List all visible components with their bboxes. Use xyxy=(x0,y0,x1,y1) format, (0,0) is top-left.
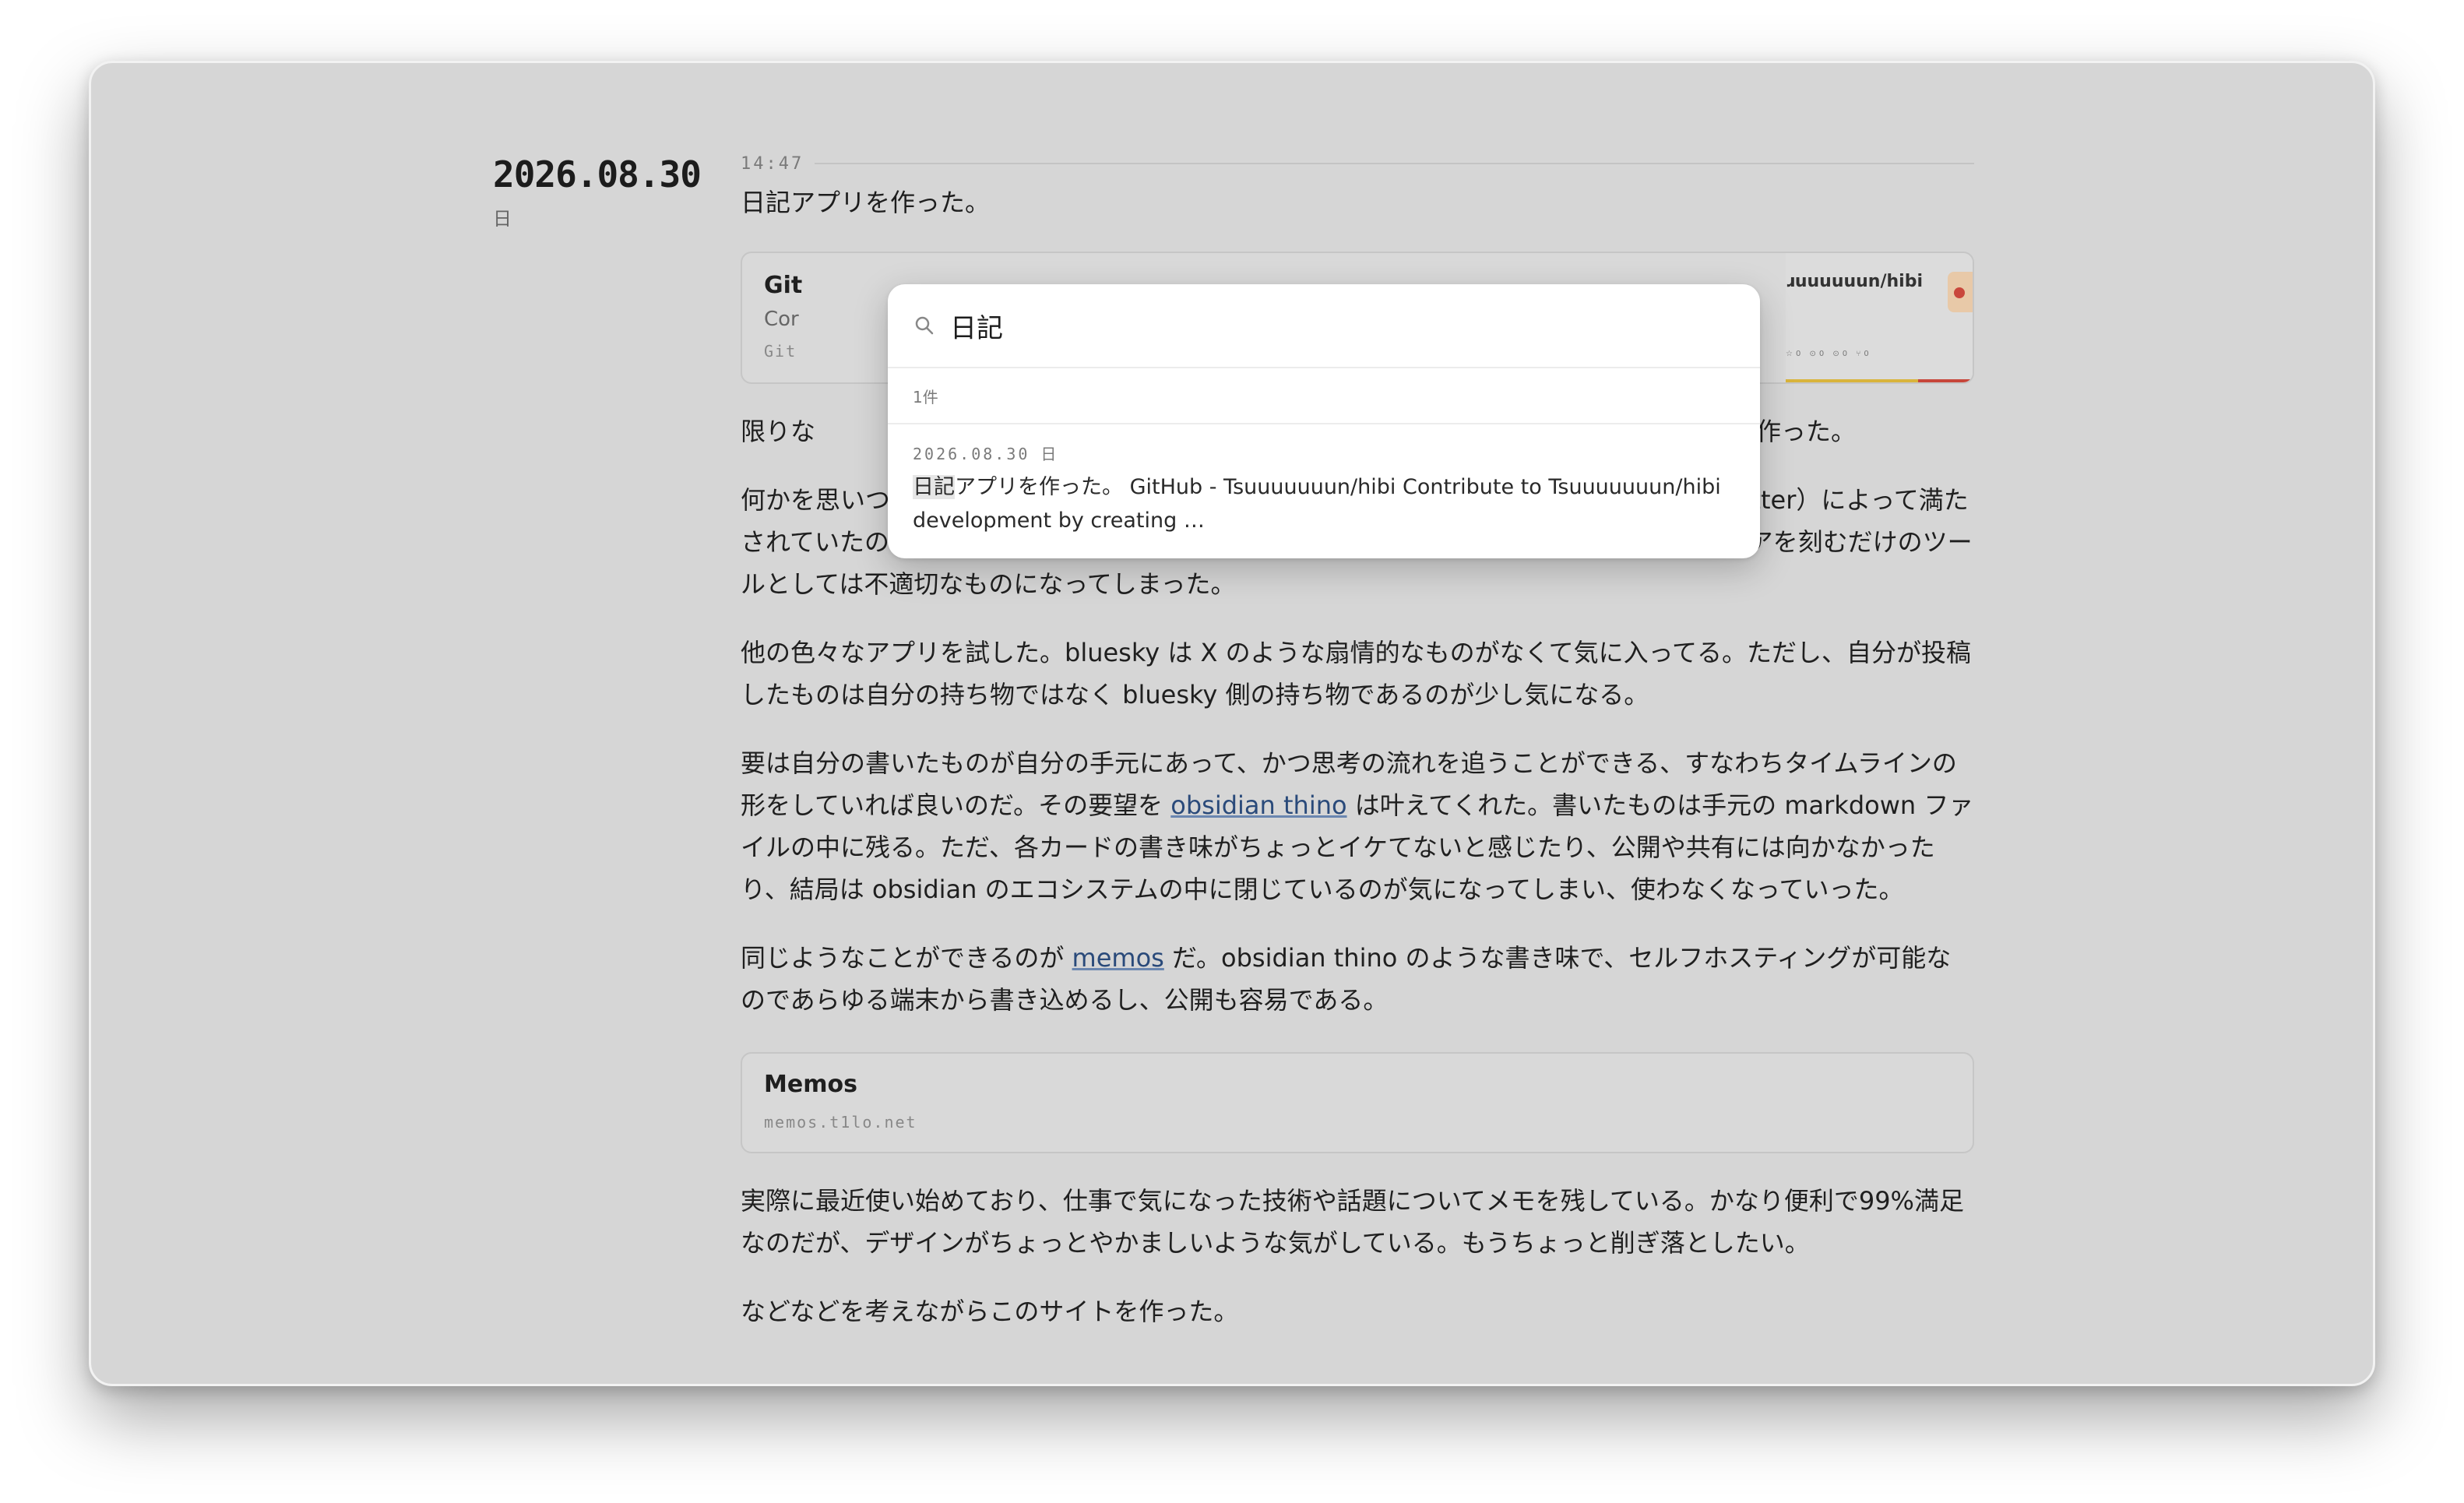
paragraph-7: などなどを考えながらこのサイトを作った。 xyxy=(741,1297,1239,1326)
entry-day-of-week: 日 xyxy=(493,208,512,230)
search-match-highlight: 日記 xyxy=(913,475,955,499)
language-bar-yellow xyxy=(1786,379,1918,382)
paragraph-6: 実際に最近使い始めており、仕事で気になった技術や話題についてメモを残している。か… xyxy=(741,1186,1964,1258)
search-bar xyxy=(888,284,1760,368)
search-result-count: 1件 xyxy=(888,368,1760,424)
entry-date: 2026.08.30 xyxy=(493,153,702,195)
entry-time-row: 14:47 xyxy=(741,152,1974,175)
entry-headline: 日記アプリを作った。 xyxy=(741,188,991,217)
memos-card-url: memos.t1lo.net xyxy=(764,1113,917,1132)
search-result-snippet-text: アプリを作った。 GitHub - Tsuuuuuuun/hibi Contri… xyxy=(913,475,1721,533)
obsidian-thino-link[interactable]: obsidian thino xyxy=(1170,790,1346,820)
search-result-dow: 日 xyxy=(1040,445,1059,463)
search-popover: 1件 2026.08.30 日 日記アプリを作った。 GitHub - Tsuuu… xyxy=(888,284,1760,558)
app-window: 2026.08.30 日 14:47 日記アプリを作った。 Git Cor Gi… xyxy=(89,61,2375,1386)
thumbnail-stats: ☆0 ⊙0 ⊙0 ⑂0 xyxy=(1786,350,1872,358)
paragraph-5: 同じようなことができるのが memos だ。obsidian thino のよう… xyxy=(741,937,1974,1021)
link-card-description: Cor xyxy=(764,308,799,331)
page-content: 2026.08.30 日 14:47 日記アプリを作った。 Git Cor Gi… xyxy=(91,63,2373,1384)
date-column: 2026.08.30 日 xyxy=(493,153,702,231)
avatar xyxy=(1948,272,1973,312)
paragraph-4: 要は自分の書いたものが自分の手元にあって、かつ思考の流れを追うことができる、すな… xyxy=(741,742,1974,910)
search-result-meta: 2026.08.30 日 xyxy=(913,442,1735,464)
paragraph-5-text-a: 同じようなことができるのが xyxy=(741,943,1072,973)
link-card-thumbnail: ɹuuuuuun/hibi ☆0 ⊙0 ⊙0 ⑂0 xyxy=(1786,253,1973,382)
search-input[interactable] xyxy=(950,310,1651,341)
memos-link-card[interactable]: Memos memos.t1lo.net xyxy=(741,1052,1974,1153)
entry-time: 14:47 xyxy=(741,153,804,174)
paragraph-3: 他の色々なアプリを試した。bluesky は X のような扇情的なものがなくて気… xyxy=(741,638,1972,709)
time-divider xyxy=(815,163,1974,164)
memos-link[interactable]: memos xyxy=(1072,943,1164,973)
language-bar-red xyxy=(1918,379,1973,382)
search-result-snippet: 日記アプリを作った。 GitHub - Tsuuuuuuun/hibi Cont… xyxy=(913,470,1723,537)
link-card-title: Git xyxy=(764,272,803,299)
paragraph-1-start: 限りな xyxy=(741,417,816,446)
search-result-date: 2026.08.30 xyxy=(913,445,1030,463)
search-icon xyxy=(913,314,936,337)
thumbnail-repo-name: ɹuuuuuun/hibi xyxy=(1786,272,1923,291)
search-result-item[interactable]: 2026.08.30 日 日記アプリを作った。 GitHub - Tsuuuuuu… xyxy=(888,424,1760,537)
link-card-url: Git xyxy=(764,342,797,361)
memos-card-title: Memos xyxy=(764,1071,857,1098)
